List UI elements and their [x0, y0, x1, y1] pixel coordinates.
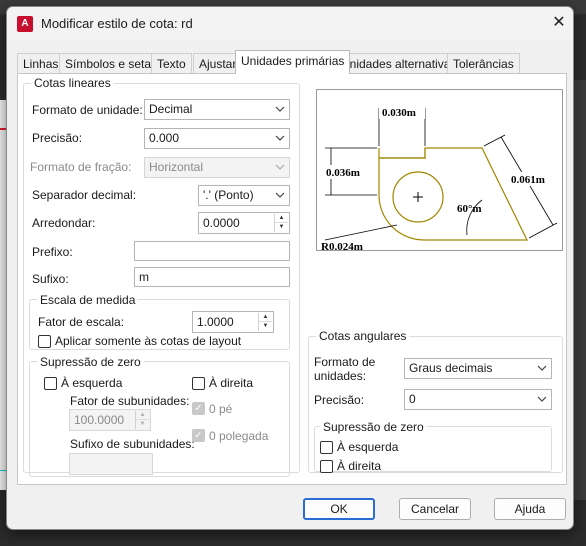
zero-feet-label: 0 pé	[209, 402, 233, 416]
layout-only-checkbox[interactable]	[38, 335, 51, 348]
zero-feet-checkbox: ✓	[192, 402, 205, 415]
trailing-zero-label: À direita	[209, 376, 254, 390]
tab-simbolos-e-setas[interactable]: Símbolos e setas	[59, 53, 164, 73]
precision-value: 0.000	[149, 131, 180, 145]
subunit-factor-value: 100.0000	[74, 413, 125, 427]
angular-precision-label: Precisão:	[314, 393, 365, 407]
chevron-down-icon	[275, 135, 285, 141]
spin-down-icon[interactable]: ▼	[259, 322, 272, 331]
decimal-separator-value: '.' (Ponto)	[203, 188, 254, 202]
prefix-label: Prefixo:	[32, 245, 73, 259]
angular-units-format-select[interactable]: Graus decimais	[404, 358, 552, 379]
dim-radius-text: R0.024m	[321, 241, 363, 252]
chevron-down-icon	[537, 365, 547, 371]
chevron-down-icon	[275, 192, 285, 198]
dim-top-text: 0.030m	[382, 107, 416, 119]
help-button[interactable]: Ajuda	[494, 498, 566, 520]
precision-select[interactable]: 0.000	[144, 128, 290, 149]
scale-factor-label: Fator de escala:	[38, 315, 125, 329]
spin-up-icon: ▲	[136, 411, 149, 420]
angular-dimensions-legend: Cotas angulares	[316, 329, 410, 343]
leading-zero-label: À esquerda	[61, 376, 123, 390]
layout-only-label: Aplicar somente às cotas de layout	[55, 334, 242, 348]
spinner-buttons: ▲ ▼	[258, 313, 272, 331]
angular-precision-select[interactable]: 0	[404, 389, 552, 410]
linear-dimensions-legend: Cotas lineares	[31, 76, 114, 90]
subunit-factor-label: Fator de subunidades:	[70, 394, 190, 408]
modify-dimension-style-dialog: A Modificar estilo de cota: rd ✕ Linhas …	[6, 6, 574, 530]
chevron-down-icon	[275, 106, 285, 112]
close-icon[interactable]: ✕	[549, 13, 569, 33]
fraction-format-select: Horizontal	[144, 157, 290, 178]
scale-factor-value: 1.0000	[197, 315, 234, 329]
spin-down-icon: ▼	[139, 421, 146, 427]
decimal-separator-select[interactable]: '.' (Ponto)	[198, 185, 290, 206]
unit-format-value: Decimal	[149, 102, 193, 116]
decimal-separator-label: Separador decimal:	[32, 188, 137, 202]
subunit-suffix-input	[69, 453, 153, 475]
leading-zero-checkbox[interactable]	[44, 377, 57, 390]
tab-linhas[interactable]: Linhas	[17, 53, 65, 73]
spinner-buttons: ▲ ▼	[274, 214, 288, 232]
unit-format-select[interactable]: Decimal	[144, 99, 290, 120]
prefix-input[interactable]	[134, 241, 290, 261]
angular-leading-zero-label: À esquerda	[337, 440, 399, 454]
zero-inches-checkbox: ✓	[192, 429, 205, 442]
background-right-edge	[574, 80, 586, 500]
dimension-preview: 0.030m 0.036m 0.061m 60°m R0.024m	[316, 89, 563, 253]
cancel-button[interactable]: Cancelar	[399, 498, 471, 520]
spin-up-icon[interactable]: ▲	[259, 313, 272, 322]
fraction-format-label: Formato de fração:	[30, 160, 132, 174]
angular-units-format-value: Graus decimais	[409, 361, 493, 375]
round-off-label: Arredondar:	[32, 216, 96, 230]
ok-button[interactable]: OK	[303, 498, 375, 520]
dim-right-text: 0.061m	[511, 174, 545, 186]
spin-up-icon[interactable]: ▲	[275, 214, 288, 223]
angular-units-format-label: Formato de unidades:	[314, 355, 376, 383]
autocad-app-icon: A	[17, 16, 33, 32]
primary-units-panel: Cotas lineares Formato de unidade: Decim…	[17, 73, 567, 485]
tab-texto[interactable]: Texto	[151, 53, 192, 73]
fraction-format-value: Horizontal	[149, 160, 204, 174]
scale-factor-spinner[interactable]: 1.0000 ▲ ▼	[192, 311, 274, 333]
angular-zero-suppression-legend: Supressão de zero	[320, 420, 427, 434]
dim-angle-text: 60°m	[457, 203, 482, 215]
chevron-down-icon	[275, 164, 285, 170]
angular-trailing-zero-label: À direita	[337, 459, 382, 473]
angular-leading-zero-checkbox[interactable]	[320, 441, 333, 454]
tab-unidades-primarias[interactable]: Unidades primárias	[235, 50, 351, 74]
dim-left-text: 0.036m	[326, 167, 360, 179]
subunit-factor-spinner: 100.0000 ▲ ▼	[69, 409, 151, 431]
unit-format-label: Formato de unidade:	[32, 103, 143, 117]
preview-drawing: 0.030m 0.036m 0.061m 60°m R0.024m	[321, 105, 558, 253]
precision-label: Precisão:	[32, 131, 83, 145]
spinner-buttons: ▲ ▼	[135, 411, 149, 429]
tab-tolerancias[interactable]: Tolerâncias	[447, 53, 520, 73]
trailing-zero-checkbox[interactable]	[192, 377, 205, 390]
angular-precision-value: 0	[409, 392, 416, 406]
tab-unidades-alternativas[interactable]: Unidades alternativas	[335, 53, 463, 73]
spin-down-icon[interactable]: ▼	[275, 223, 288, 232]
measurement-scale-legend: Escala de medida	[37, 293, 139, 307]
suffix-input[interactable]: m	[134, 267, 290, 287]
suffix-label: Sufixo:	[32, 272, 69, 286]
subunit-suffix-label: Sufixo de subunidades:	[70, 437, 195, 451]
round-off-spinner[interactable]: 0.0000 ▲ ▼	[198, 212, 290, 234]
linear-zero-suppression-legend: Supressão de zero	[37, 355, 144, 369]
dialog-title: Modificar estilo de cota: rd	[41, 16, 193, 31]
title-bar: A Modificar estilo de cota: rd ✕	[7, 7, 573, 41]
angular-trailing-zero-checkbox[interactable]	[320, 460, 333, 473]
round-off-value: 0.0000	[203, 216, 240, 230]
zero-inches-label: 0 polegada	[209, 429, 269, 443]
chevron-down-icon	[537, 396, 547, 402]
